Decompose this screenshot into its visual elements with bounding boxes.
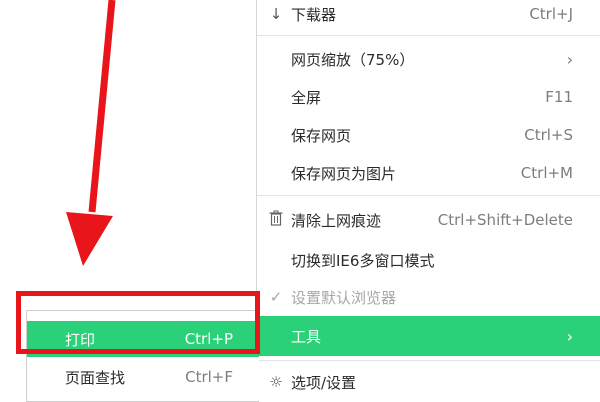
annotation-arrow-icon [66,0,116,266]
